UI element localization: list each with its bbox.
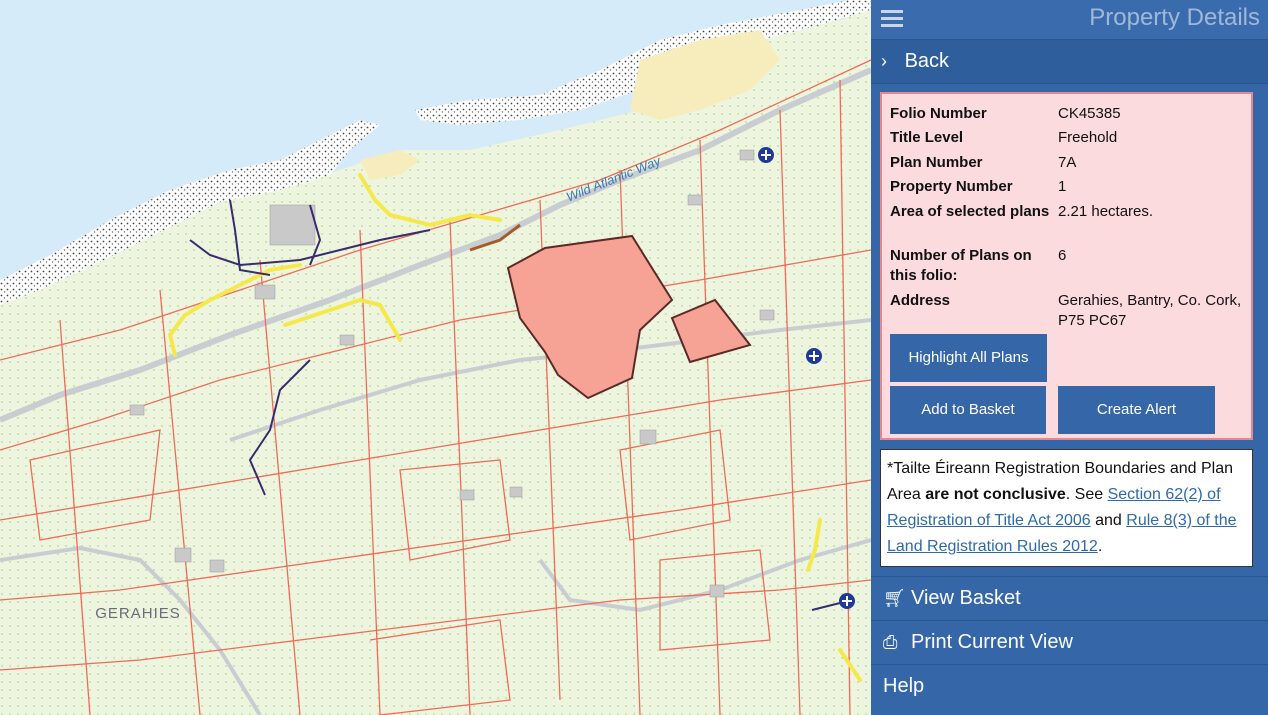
church-marker-3[interactable] bbox=[839, 593, 855, 609]
print-view-label: Print Current View bbox=[911, 631, 1073, 653]
panel-title: Property Details bbox=[1089, 4, 1260, 31]
detail-value: 1 bbox=[1058, 178, 1067, 195]
help-button[interactable]: Help bbox=[871, 664, 1268, 707]
church-marker[interactable] bbox=[758, 147, 774, 163]
back-button[interactable]: › Back bbox=[871, 40, 1268, 84]
detail-key: Address bbox=[890, 292, 951, 309]
notice-text: and bbox=[1090, 512, 1127, 529]
property-details-card: Folio Number CK45385 Title Level Freehol… bbox=[880, 92, 1253, 440]
detail-key: Title Level bbox=[890, 129, 964, 146]
disclaimer-notice: *Tailte Éireann Registration Boundaries … bbox=[880, 449, 1253, 567]
notice-text: . See bbox=[1065, 486, 1108, 503]
detail-value: Gerahies, Bantry, Co. Cork, P75 PC67 bbox=[1058, 292, 1242, 329]
view-basket-button[interactable]: 🛒︎ View Basket bbox=[871, 576, 1268, 619]
notice-bold: are not conclusive bbox=[925, 486, 1066, 503]
map-view[interactable]: GERAHIES Wild Atlantic Way bbox=[0, 0, 871, 715]
detail-key: Plan Number bbox=[890, 154, 983, 171]
panel-header: Property Details bbox=[871, 0, 1268, 40]
help-label: Help bbox=[883, 675, 925, 697]
detail-value: CK45385 bbox=[1058, 105, 1121, 122]
property-panel: Property Details › Back Folio Number CK4… bbox=[871, 0, 1268, 715]
highlight-all-plans-button[interactable]: Highlight All Plans bbox=[890, 334, 1047, 382]
place-label: GERAHIES bbox=[95, 605, 181, 622]
view-basket-label: View Basket bbox=[911, 587, 1021, 609]
cart-icon: 🛒︎ bbox=[883, 588, 906, 608]
menu-icon[interactable] bbox=[881, 6, 903, 28]
map-canvas[interactable]: GERAHIES Wild Atlantic Way bbox=[0, 0, 871, 715]
notice-text: . bbox=[1097, 538, 1103, 555]
chevron-right-icon: › bbox=[881, 51, 887, 71]
church-marker-2[interactable] bbox=[806, 348, 822, 364]
add-to-basket-button[interactable]: Add to Basket bbox=[890, 386, 1046, 434]
detail-value: 6 bbox=[1058, 247, 1067, 264]
detail-key: Folio Number bbox=[890, 105, 987, 122]
detail-key: Number of Plans on this folio: bbox=[890, 247, 1032, 284]
print-view-button[interactable]: ⎙ Print Current View bbox=[871, 620, 1268, 663]
detail-key: Property Number bbox=[890, 178, 1013, 195]
detail-key: Area of selected plans bbox=[890, 203, 1050, 220]
print-icon: ⎙ bbox=[883, 632, 898, 652]
back-label: Back bbox=[904, 50, 950, 72]
detail-value: 7A bbox=[1058, 154, 1077, 171]
detail-value: 2.21 hectares. bbox=[1058, 203, 1154, 220]
detail-value: Freehold bbox=[1058, 129, 1118, 146]
create-alert-button[interactable]: Create Alert bbox=[1058, 386, 1215, 434]
